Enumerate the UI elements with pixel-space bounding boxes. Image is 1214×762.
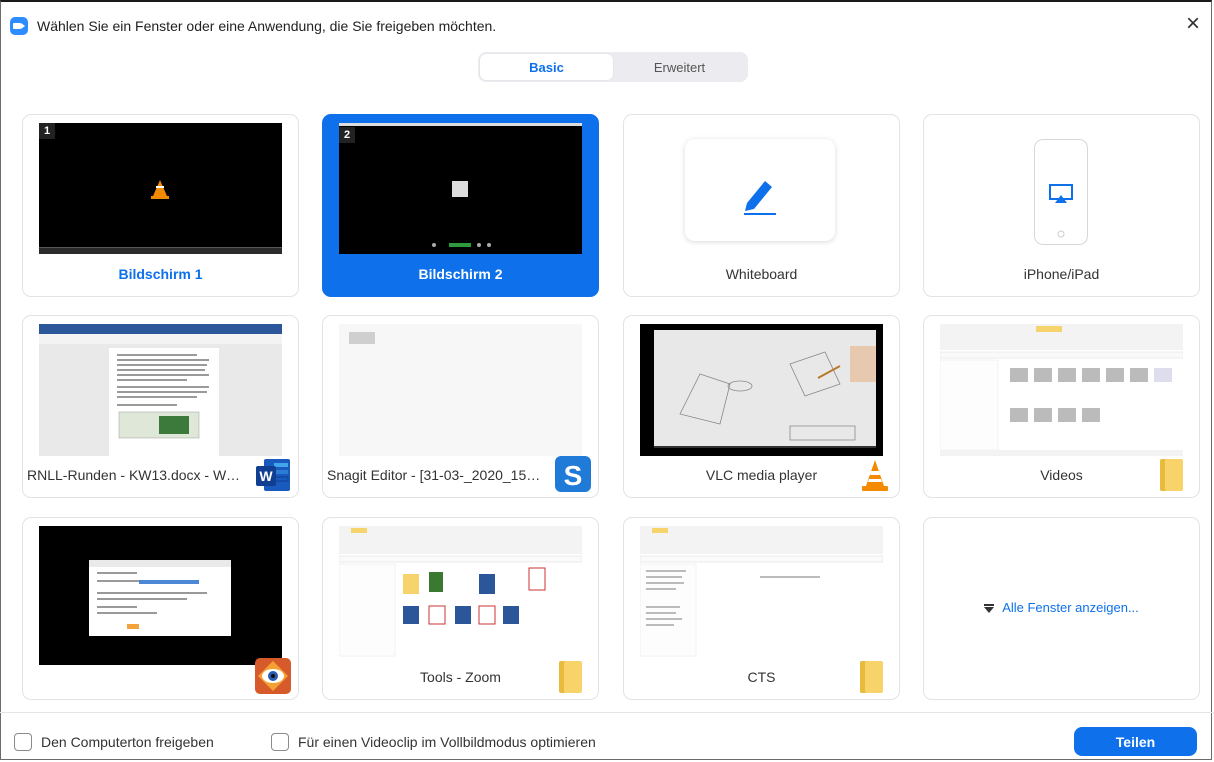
video-clip-checkbox[interactable]: [271, 733, 289, 751]
share-button[interactable]: Teilen: [1074, 727, 1197, 756]
word-window-thumbnail: [39, 324, 282, 456]
folder-icon: [559, 661, 582, 693]
screen-2-thumbnail: 2: [339, 123, 582, 254]
faststone-window-thumbnail: [39, 526, 282, 665]
tile-word-document[interactable]: RNLL-Runden - KW13.docx - Word W: [22, 315, 299, 498]
footer-divider: [0, 712, 1214, 713]
airplay-icon: [1049, 184, 1073, 238]
tile-label: iPhone/iPad: [1023, 266, 1100, 282]
computer-audio-option[interactable]: Den Computerton freigeben: [14, 733, 214, 751]
tab-bar: Basic Erweitert: [478, 52, 748, 82]
snagit-icon: S: [555, 456, 591, 492]
tile-label: RNLL-Runden - KW13.docx - Word: [27, 467, 244, 483]
tile-faststone[interactable]: [22, 517, 299, 700]
tile-screen-2[interactable]: 2 Bildschirm 2: [322, 114, 599, 297]
whiteboard-card: [685, 139, 835, 241]
image-icon: [452, 181, 468, 197]
folder-icon: [860, 661, 883, 693]
tile-whiteboard[interactable]: Whiteboard: [623, 114, 900, 297]
tile-snagit-editor[interactable]: Snagit Editor - [31-03-_2020_15-4... S: [322, 315, 599, 498]
svg-text:S: S: [564, 460, 583, 491]
explorer-window-thumbnail: [640, 526, 883, 658]
svg-text:W: W: [259, 468, 273, 484]
tile-iphone-ipad[interactable]: iPhone/iPad: [923, 114, 1200, 297]
word-icon: W: [256, 459, 290, 491]
folder-icon: [1160, 459, 1183, 491]
tile-cts-folder[interactable]: CTS: [623, 517, 900, 700]
tile-label: Bildschirm 2: [418, 266, 503, 282]
vlc-cone-icon: [151, 180, 169, 199]
screen-number-badge: 2: [339, 127, 355, 143]
tile-screen-1[interactable]: 1 Bildschirm 1: [22, 114, 299, 297]
tile-tools-zoom-folder[interactable]: Tools - Zoom: [322, 517, 599, 700]
tile-videos-folder[interactable]: Videos: [923, 315, 1200, 498]
tile-label: Bildschirm 1: [118, 266, 203, 282]
vlc-icon: [862, 460, 888, 491]
computer-audio-checkbox[interactable]: [14, 733, 32, 751]
dialog-title: Wählen Sie ein Fenster oder eine Anwendu…: [37, 18, 497, 34]
screen-1-thumbnail: 1: [39, 123, 282, 254]
tab-basic[interactable]: Basic: [480, 54, 613, 80]
tile-vlc[interactable]: VLC media player: [623, 315, 900, 498]
pen-icon: [744, 181, 776, 215]
tab-erweitert[interactable]: Erweitert: [613, 54, 746, 80]
explorer-window-thumbnail: [940, 324, 1183, 456]
close-icon[interactable]: ×: [1181, 12, 1205, 37]
show-all-label: Alle Fenster anzeigen...: [1002, 600, 1139, 615]
title-bar: Wählen Sie ein Fenster oder eine Anwendu…: [10, 12, 1205, 38]
explorer-window-thumbnail: [339, 526, 582, 658]
chevron-down-icon: [984, 604, 995, 614]
faststone-icon: [255, 658, 291, 694]
computer-audio-label: Den Computerton freigeben: [41, 734, 214, 750]
tile-label: Snagit Editor - [31-03-_2020_15-4...: [327, 467, 544, 483]
show-all-windows-link[interactable]: Alle Fenster anzeigen...: [924, 600, 1199, 615]
share-grid: 1 Bildschirm 1 2 Bildschirm 2 Whiteboard…: [22, 114, 1202, 700]
zoom-app-icon: [10, 17, 28, 35]
video-clip-label: Für einen Videoclip im Vollbildmodus opt…: [298, 734, 596, 750]
video-clip-option[interactable]: Für einen Videoclip im Vollbildmodus opt…: [271, 733, 596, 751]
phone-frame: [1034, 139, 1088, 245]
tile-show-all-windows[interactable]: Alle Fenster anzeigen...: [923, 517, 1200, 700]
tile-label: Whiteboard: [725, 266, 798, 282]
snagit-window-thumbnail: [339, 324, 582, 456]
vlc-window-thumbnail: [640, 324, 883, 456]
